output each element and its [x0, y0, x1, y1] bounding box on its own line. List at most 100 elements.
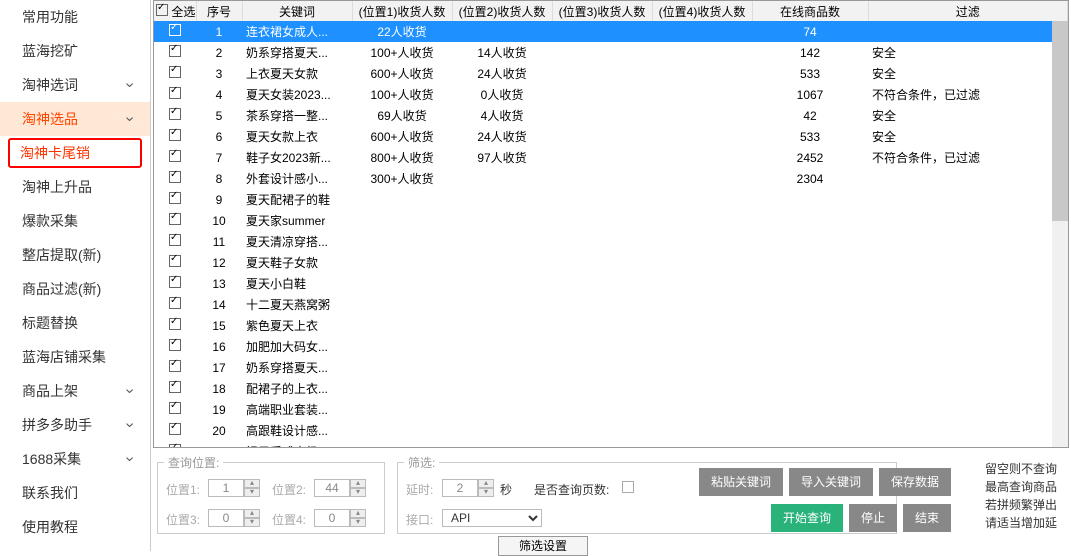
sidebar-item-8[interactable]: 商品过滤(新): [0, 272, 150, 306]
checkbox-icon[interactable]: [169, 66, 181, 78]
pos1-spinner[interactable]: ▴▾: [208, 479, 260, 497]
checkbox-icon[interactable]: [169, 192, 181, 204]
filter-settings-button[interactable]: 筛选设置: [498, 536, 588, 556]
table-row[interactable]: 1连衣裙女成人...22人收货74: [154, 21, 1068, 42]
table-row[interactable]: 6夏天女款上衣600+人收货24人收货533安全: [154, 126, 1068, 147]
pos2-spinner[interactable]: ▴▾: [314, 479, 366, 497]
checkbox-icon[interactable]: [169, 360, 181, 372]
sidebar-item-5[interactable]: 淘神上升品: [0, 170, 150, 204]
sidebar-item-1[interactable]: 蓝海挖矿: [0, 34, 150, 68]
save-data-button[interactable]: 保存数据: [879, 468, 951, 496]
row-checkbox[interactable]: [154, 189, 196, 210]
row-checkbox[interactable]: [154, 252, 196, 273]
table-row[interactable]: 11夏天清凉穿搭...: [154, 231, 1068, 252]
import-keyword-button[interactable]: 导入关键词: [789, 468, 873, 496]
stop-button[interactable]: 停止: [849, 504, 897, 532]
table-row[interactable]: 12夏天鞋子女款: [154, 252, 1068, 273]
sidebar-item-11[interactable]: 商品上架: [0, 374, 150, 408]
sidebar-item-4[interactable]: 淘神卡尾销: [8, 138, 142, 168]
table-row[interactable]: 20高跟鞋设计感...: [154, 420, 1068, 441]
table-row[interactable]: 19高端职业套装...: [154, 399, 1068, 420]
row-checkbox[interactable]: [154, 84, 196, 105]
checkbox-icon[interactable]: [169, 423, 181, 435]
table-row[interactable]: 4夏天女装2023...100+人收货0人收货1067不符合条件，已过滤: [154, 84, 1068, 105]
row-checkbox[interactable]: [154, 42, 196, 63]
checkbox-icon[interactable]: [169, 45, 181, 57]
header-p3[interactable]: (位置3)收货人数: [552, 1, 652, 21]
checkbox-icon[interactable]: [169, 213, 181, 225]
table-row[interactable]: 18配裙子的上衣...: [154, 378, 1068, 399]
sidebar-item-6[interactable]: 爆款采集: [0, 204, 150, 238]
table-row[interactable]: 13夏天小白鞋: [154, 273, 1068, 294]
row-checkbox[interactable]: [154, 420, 196, 441]
table-row[interactable]: 3上衣夏天女款600+人收货24人收货533安全: [154, 63, 1068, 84]
sidebar-item-13[interactable]: 1688采集: [0, 442, 150, 476]
row-checkbox[interactable]: [154, 105, 196, 126]
checkbox-icon[interactable]: [169, 339, 181, 351]
row-checkbox[interactable]: [154, 168, 196, 189]
table-row[interactable]: 2奶系穿搭夏天...100+人收货14人收货142安全: [154, 42, 1068, 63]
api-select[interactable]: API: [442, 509, 542, 527]
checkbox-icon[interactable]: [169, 150, 181, 162]
checkbox-icon[interactable]: [169, 234, 181, 246]
end-button[interactable]: 结束: [903, 504, 951, 532]
header-p4[interactable]: (位置4)收货人数: [652, 1, 752, 21]
row-checkbox[interactable]: [154, 294, 196, 315]
sidebar-item-10[interactable]: 蓝海店铺采集: [0, 340, 150, 374]
checkbox-icon[interactable]: [156, 4, 168, 16]
row-checkbox[interactable]: [154, 210, 196, 231]
header-select-all[interactable]: 全选: [154, 1, 196, 21]
row-checkbox[interactable]: [154, 315, 196, 336]
row-checkbox[interactable]: [154, 126, 196, 147]
table-row[interactable]: 9夏天配裙子的鞋: [154, 189, 1068, 210]
checkbox-icon[interactable]: [169, 297, 181, 309]
checkbox-icon[interactable]: [169, 381, 181, 393]
header-online[interactable]: 在线商品数: [752, 1, 868, 21]
sidebar-item-9[interactable]: 标题替换: [0, 306, 150, 340]
table-row[interactable]: 17奶系穿搭夏天...: [154, 357, 1068, 378]
header-p2[interactable]: (位置2)收货人数: [452, 1, 552, 21]
checkbox-icon[interactable]: [169, 402, 181, 414]
checkbox-icon[interactable]: [169, 87, 181, 99]
sidebar-item-3[interactable]: 淘神选品: [0, 102, 150, 136]
checkbox-icon[interactable]: [169, 108, 181, 120]
pos4-spinner[interactable]: ▴▾: [314, 509, 366, 527]
table-row[interactable]: 5茶系穿搭一整...69人收货4人收货42安全: [154, 105, 1068, 126]
pos1-input[interactable]: [208, 479, 244, 497]
header-p1[interactable]: (位置1)收货人数: [352, 1, 452, 21]
table-row[interactable]: 7鞋子女2023新...800+人收货97人收货2452不符合条件，已过滤: [154, 147, 1068, 168]
table-row[interactable]: 14十二夏天燕窝粥: [154, 294, 1068, 315]
down-icon[interactable]: ▾: [244, 518, 260, 527]
table-row[interactable]: 16加肥加大码女...: [154, 336, 1068, 357]
header-keyword[interactable]: 关键词: [242, 1, 352, 21]
sidebar-item-12[interactable]: 拼多多助手: [0, 408, 150, 442]
down-icon[interactable]: ▾: [478, 488, 494, 497]
sidebar-item-15[interactable]: 使用教程: [0, 510, 150, 544]
checkbox-icon[interactable]: [169, 129, 181, 141]
checkbox-icon[interactable]: [169, 171, 181, 183]
vertical-scrollbar[interactable]: [1052, 21, 1068, 447]
row-checkbox[interactable]: [154, 441, 196, 448]
table-row[interactable]: 21裙子质感高级...: [154, 441, 1068, 448]
header-seq[interactable]: 序号: [196, 1, 242, 21]
row-checkbox[interactable]: [154, 378, 196, 399]
table-row[interactable]: 8外套设计感小...300+人收货2304: [154, 168, 1068, 189]
sidebar-item-2[interactable]: 淘神选词: [0, 68, 150, 102]
table-row[interactable]: 10夏天家summer: [154, 210, 1068, 231]
sidebar-item-0[interactable]: 常用功能: [0, 0, 150, 34]
delay-input[interactable]: [442, 479, 478, 497]
row-checkbox[interactable]: [154, 399, 196, 420]
checkbox-icon[interactable]: [169, 444, 181, 448]
delay-spinner[interactable]: ▴▾: [442, 479, 494, 497]
paste-keyword-button[interactable]: 粘贴关键词: [699, 468, 783, 496]
start-query-button[interactable]: 开始查询: [771, 504, 843, 532]
sidebar-item-14[interactable]: 联系我们: [0, 476, 150, 510]
down-icon[interactable]: ▾: [350, 518, 366, 527]
down-icon[interactable]: ▾: [244, 488, 260, 497]
scrollbar-thumb[interactable]: [1052, 21, 1068, 221]
pos4-input[interactable]: [314, 509, 350, 527]
header-filter[interactable]: 过滤: [868, 1, 1068, 21]
pos3-input[interactable]: [208, 509, 244, 527]
pos2-input[interactable]: [314, 479, 350, 497]
pos3-spinner[interactable]: ▴▾: [208, 509, 260, 527]
